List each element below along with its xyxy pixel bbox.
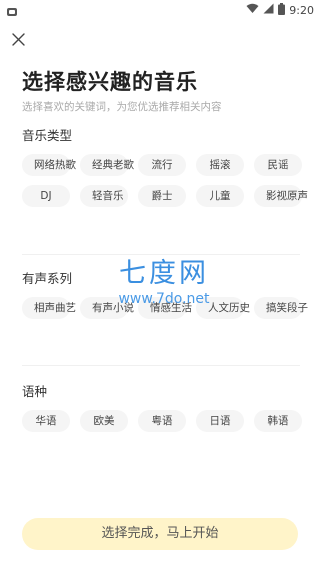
section-music-type: 音乐类型 网络热歌 经典老歌 流行 摇滚 民谣 DJ 轻音乐 爵士 儿童 影视原…: [22, 128, 308, 207]
tag-chip[interactable]: 韩语: [254, 410, 302, 432]
tag-chip[interactable]: 华语: [22, 410, 70, 432]
tag-chip[interactable]: DJ: [22, 185, 70, 207]
status-icons: 9:20: [246, 2, 314, 18]
tag-chip[interactable]: 儿童: [196, 185, 244, 207]
tag-chip[interactable]: 流行: [138, 154, 186, 176]
tag-chip[interactable]: 搞笑段子: [254, 297, 308, 319]
tag-chip[interactable]: 民谣: [254, 154, 302, 176]
tag-list: 网络热歌 经典老歌 流行 摇滚 民谣 DJ 轻音乐 爵士 儿童 影视原声: [22, 154, 308, 207]
tag-chip[interactable]: 粤语: [138, 410, 186, 432]
close-icon: [11, 31, 25, 50]
tag-list: 华语 欧美 粤语 日语 韩语: [22, 410, 302, 432]
tag-chip[interactable]: 欧美: [80, 410, 128, 432]
tag-chip[interactable]: 日语: [196, 410, 244, 432]
notification-icon: [6, 3, 18, 16]
page-subtitle: 选择喜欢的关键词，为您优选推荐相关内容: [22, 101, 222, 113]
tag-list: 相声曲艺 有声小说 情感生活 人文历史 搞笑段子: [22, 297, 308, 319]
tag-chip[interactable]: 摇滚: [196, 154, 244, 176]
tag-chip[interactable]: 情感生活: [138, 297, 192, 319]
tag-chip[interactable]: 轻音乐: [80, 185, 128, 207]
confirm-button[interactable]: 选择完成，马上开始: [22, 518, 298, 550]
wifi-icon: [246, 3, 259, 17]
tag-chip[interactable]: 爵士: [138, 185, 186, 207]
page-title: 选择感兴趣的音乐: [22, 70, 198, 94]
section-divider: [22, 254, 300, 255]
section-divider: [22, 365, 300, 366]
tag-chip[interactable]: 影视原声: [254, 185, 308, 207]
status-time: 9:20: [289, 3, 314, 17]
tag-chip[interactable]: 人文历史: [196, 297, 250, 319]
battery-icon: [278, 2, 286, 18]
status-bar: 9:20: [0, 0, 320, 20]
section-title: 音乐类型: [22, 128, 73, 143]
close-button[interactable]: [8, 30, 28, 50]
tag-chip[interactable]: 网络热歌: [22, 154, 76, 176]
section-language: 语种 华语 欧美 粤语 日语 韩语: [22, 384, 302, 432]
section-audio-series: 有声系列 相声曲艺 有声小说 情感生活 人文历史 搞笑段子: [22, 271, 308, 319]
section-title: 有声系列: [22, 271, 73, 286]
tag-chip[interactable]: 有声小说: [80, 297, 134, 319]
tag-chip[interactable]: 经典老歌: [80, 154, 134, 176]
tag-chip[interactable]: 相声曲艺: [22, 297, 76, 319]
section-title: 语种: [22, 384, 48, 399]
signal-icon: [263, 3, 274, 17]
